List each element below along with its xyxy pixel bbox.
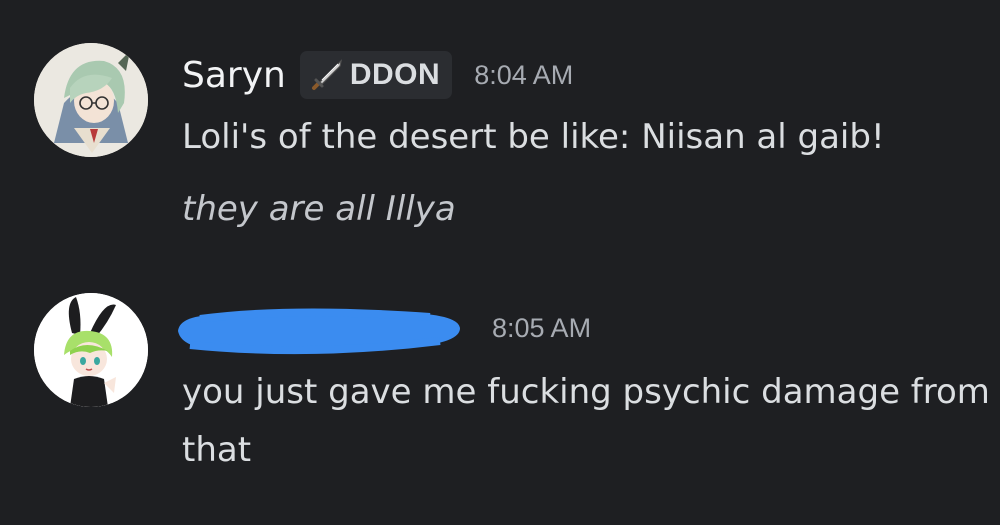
- bunny-ears-character-avatar-icon: [34, 293, 148, 407]
- anime-character-avatar-icon: [34, 43, 148, 157]
- timestamp: 8:05 AM: [492, 312, 592, 343]
- redaction-scribble-icon: [178, 308, 460, 355]
- message-header: 8:05 AM: [178, 300, 592, 356]
- redacted-username[interactable]: [178, 305, 470, 355]
- message-header: Saryn DDON 8:04 AM: [182, 47, 573, 103]
- role-tag[interactable]: DDON: [299, 51, 453, 99]
- chat-message: 8:05 AM you just gave me fucking psychic…: [0, 270, 1000, 525]
- chat-message: Saryn DDON 8:04 AM Loli's of the desert …: [0, 0, 1000, 270]
- username[interactable]: Saryn: [182, 55, 286, 96]
- user-avatar[interactable]: [34, 293, 148, 407]
- message-text: Loli's of the desert be like: Niisan al …: [182, 117, 885, 157]
- role-tag-label: DDON: [349, 58, 441, 91]
- sword-icon: [308, 56, 346, 94]
- message-text-italic: they are all Illya: [182, 189, 456, 229]
- user-avatar[interactable]: [34, 43, 148, 157]
- message-text: you just gave me fucking psychic damage …: [182, 372, 990, 470]
- timestamp: 8:04 AM: [474, 59, 574, 90]
